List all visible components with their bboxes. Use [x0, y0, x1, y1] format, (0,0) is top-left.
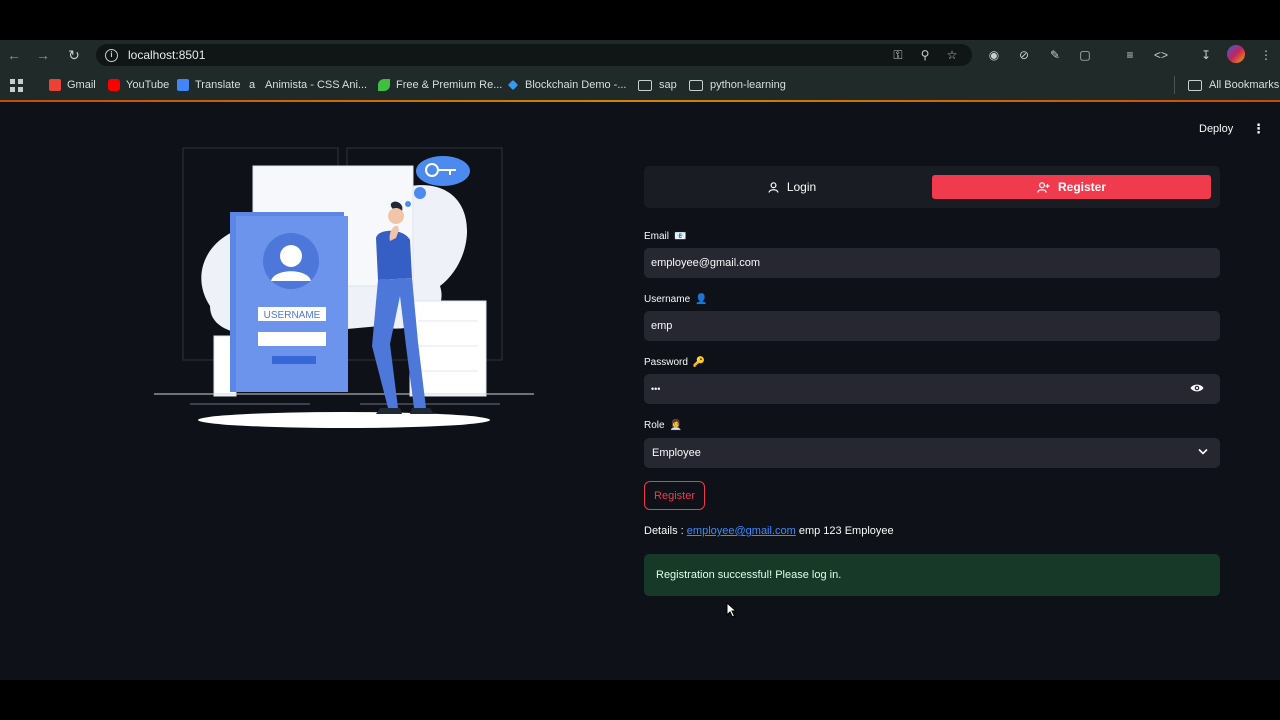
profile-avatar[interactable] [1227, 45, 1245, 63]
mouse-cursor-icon [726, 602, 738, 618]
person-head [388, 208, 404, 224]
tab-login[interactable]: Login [652, 175, 932, 199]
login-illustration: USERNAME [154, 147, 534, 428]
bookmark-free-premium[interactable]: Free & Premium Re... [378, 78, 502, 92]
browser-toolbar: ← → ↻ i localhost:8501 ⚿ ⚲ ☆ ◉ ⊘ ✎ ▢ ≡ <… [0, 40, 1280, 70]
bookmark-folder-sap[interactable]: sap [638, 78, 677, 92]
email-label: Email 📧 [644, 231, 687, 242]
site-info-icon[interactable]: i [105, 48, 118, 62]
details-email-link[interactable]: employee@gmail.com [687, 525, 796, 537]
app-main: Deploy ⋮ USERNAME Login Register Email 📧… [0, 102, 1280, 680]
camera-icon[interactable]: ◉ [986, 47, 1002, 63]
top-letterbox [0, 0, 1280, 40]
leaf-icon [378, 79, 390, 91]
bottom-letterbox [0, 680, 1280, 720]
reload-icon[interactable]: ↻ [66, 47, 82, 63]
browser-menu-icon[interactable]: ⋮ [1258, 47, 1274, 63]
bookmark-blockchain[interactable]: Blockchain Demo -... [507, 78, 626, 92]
bookmark-youtube[interactable]: YouTube [108, 78, 169, 92]
card-username-text: USERNAME [264, 310, 321, 321]
add-user-icon [1037, 181, 1050, 193]
app-menu-icon[interactable]: ⋮ [1252, 122, 1265, 136]
register-submit-button[interactable]: Register [644, 481, 705, 510]
bookmarks-divider [1174, 76, 1175, 94]
extensions-icon[interactable]: ▢ [1077, 47, 1093, 63]
apps-icon[interactable] [10, 78, 23, 92]
back-icon[interactable]: ← [6, 47, 22, 63]
translate-icon [177, 79, 189, 91]
tab-register[interactable]: Register [932, 175, 1211, 199]
folder-icon [689, 79, 703, 91]
bookmark-folder-python-learning[interactable]: python-learning [689, 78, 786, 92]
user-icon [768, 181, 779, 193]
folder-icon [1188, 79, 1202, 91]
envelope-icon: 📧 [674, 231, 687, 242]
zoom-icon[interactable]: ⚲ [918, 48, 932, 62]
username-label: Username 👤 [644, 294, 708, 305]
download-icon[interactable]: ↧ [1198, 47, 1214, 63]
username-field[interactable]: emp [644, 311, 1220, 341]
password-field[interactable]: ••• [644, 374, 1220, 404]
password-label: Password 🔑 [644, 357, 706, 368]
role-label: Role 👩‍💼 [644, 420, 683, 431]
all-bookmarks[interactable]: All Bookmarks [1188, 78, 1279, 92]
chevron-down-icon [1198, 448, 1208, 455]
url-text[interactable]: localhost:8501 [128, 48, 205, 62]
show-password-icon[interactable] [1190, 383, 1204, 393]
floor-shadow [198, 412, 490, 428]
key-icon[interactable]: ⚿ [891, 48, 905, 62]
success-alert: Registration successful! Please log in. [644, 554, 1220, 596]
key-emoji-icon: 🔑 [692, 357, 706, 368]
blockchain-icon [507, 79, 519, 91]
folder-icon [638, 79, 652, 91]
registration-details: Details : employee@gmail.com emp 123 Emp… [644, 525, 894, 537]
auth-tabs: Login Register [644, 166, 1220, 208]
address-bar[interactable]: i localhost:8501 ⚿ ⚲ ☆ [96, 44, 972, 66]
gmail-icon [49, 79, 61, 91]
block-icon[interactable]: ⊘ [1016, 47, 1032, 63]
bookmark-animista[interactable]: a Animista - CSS Ani... [249, 78, 367, 92]
forward-icon[interactable]: → [35, 47, 51, 63]
eyedropper-icon[interactable]: ✎ [1047, 47, 1063, 63]
media-icon[interactable]: ≡ [1122, 47, 1138, 63]
bookmark-translate[interactable]: Translate [177, 78, 240, 92]
role-select[interactable]: Employee [644, 438, 1220, 468]
animista-icon: a [249, 79, 256, 91]
deploy-button[interactable]: Deploy [1199, 123, 1233, 135]
office-worker-icon: 👩‍💼 [669, 420, 683, 431]
email-field[interactable]: employee@gmail.com [644, 248, 1220, 278]
bookmarks-bar: Gmail YouTube Translate a Animista - CSS… [0, 70, 1280, 100]
bookmark-gmail[interactable]: Gmail [49, 78, 96, 92]
youtube-icon [108, 79, 120, 91]
user-silhouette-icon: 👤 [695, 294, 708, 305]
devtools-icon[interactable]: <> [1153, 47, 1169, 63]
star-icon[interactable]: ☆ [945, 48, 959, 62]
